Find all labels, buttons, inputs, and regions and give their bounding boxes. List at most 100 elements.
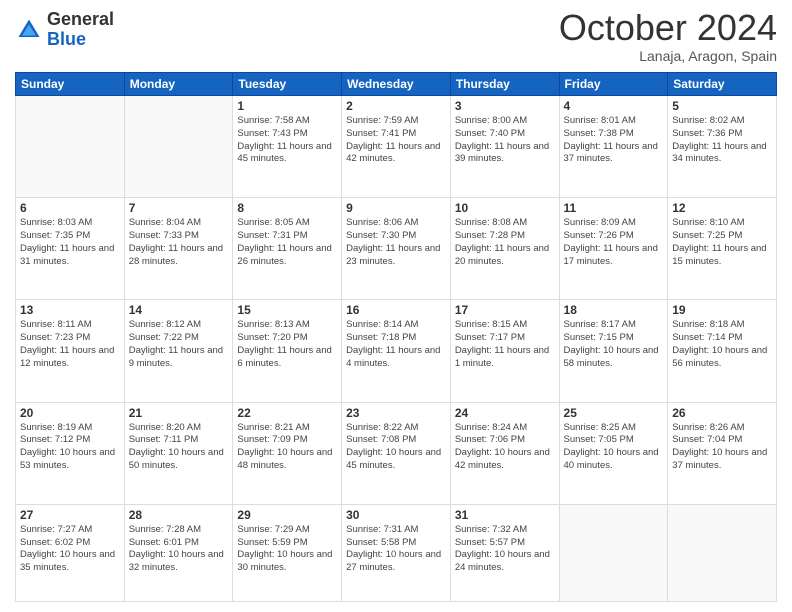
day-cell [124,96,233,198]
day-number: 6 [20,201,120,215]
day-info: Sunrise: 8:25 AM Sunset: 7:05 PM Dayligh… [564,422,664,473]
day-number: 13 [20,303,120,317]
day-info: Sunrise: 8:09 AM Sunset: 7:26 PM Dayligh… [564,217,664,268]
day-info: Sunrise: 8:15 AM Sunset: 7:17 PM Dayligh… [455,319,555,370]
day-cell: 29 Sunrise: 7:29 AM Sunset: 5:59 PM Dayli… [233,504,342,601]
day-number: 16 [346,303,446,317]
day-cell [668,504,777,601]
day-number: 2 [346,99,446,113]
day-cell [16,96,125,198]
day-cell: 3Sunrise: 8:00 AM Sunset: 7:40 PM Daylig… [450,96,559,198]
day-number: 24 [455,406,555,420]
day-cell: 24 Sunrise: 8:24 AM Sunset: 7:06 PM Dayli… [450,402,559,504]
day-info: Sunrise: 8:12 AM Sunset: 7:22 PM Dayligh… [129,319,229,370]
logo-text: General Blue [47,10,114,50]
day-cell: 19Sunrise: 8:18 AM Sunset: 7:14 PM Dayli… [668,300,777,402]
day-cell: 20 Sunrise: 8:19 AM Sunset: 7:12 PM Dayli… [16,402,125,504]
day-header-friday: Friday [559,73,668,96]
title-block: October 2024 Lanaja, Aragon, Spain [559,10,777,64]
day-number: 14 [129,303,229,317]
day-cell: 12Sunrise: 8:10 AM Sunset: 7:25 PM Dayli… [668,198,777,300]
location: Lanaja, Aragon, Spain [559,48,777,64]
day-number: 26 [672,406,772,420]
day-cell: 4Sunrise: 8:01 AM Sunset: 7:38 PM Daylig… [559,96,668,198]
page: General Blue October 2024 Lanaja, Aragon… [0,0,792,612]
logo-icon [15,16,43,44]
day-cell: 27 Sunrise: 7:27 AM Sunset: 6:02 PM Dayli… [16,504,125,601]
day-cell: 11Sunrise: 8:09 AM Sunset: 7:26 PM Dayli… [559,198,668,300]
day-number: 1 [237,99,337,113]
day-header-saturday: Saturday [668,73,777,96]
day-number: 31 [455,508,555,522]
week-row-1: 1 Sunrise: 7:58 AM Sunset: 7:43 PM Daylig… [16,96,777,198]
day-cell: 8 Sunrise: 8:05 AM Sunset: 7:31 PM Daylig… [233,198,342,300]
header-row: SundayMondayTuesdayWednesdayThursdayFrid… [16,73,777,96]
day-info: Sunrise: 8:21 AM Sunset: 7:09 PM Dayligh… [237,422,337,473]
day-number: 17 [455,303,555,317]
day-number: 25 [564,406,664,420]
day-header-monday: Monday [124,73,233,96]
day-cell: 18 Sunrise: 8:17 AM Sunset: 7:15 PM Dayli… [559,300,668,402]
day-number: 8 [237,201,337,215]
day-cell: 21Sunrise: 8:20 AM Sunset: 7:11 PM Dayli… [124,402,233,504]
logo-general-text: General [47,9,114,29]
week-row-4: 20 Sunrise: 8:19 AM Sunset: 7:12 PM Dayli… [16,402,777,504]
day-info: Sunrise: 8:06 AM Sunset: 7:30 PM Dayligh… [346,217,446,268]
day-info: Sunrise: 8:22 AM Sunset: 7:08 PM Dayligh… [346,422,446,473]
day-cell: 14 Sunrise: 8:12 AM Sunset: 7:22 PM Dayli… [124,300,233,402]
day-cell: 28 Sunrise: 7:28 AM Sunset: 6:01 PM Dayli… [124,504,233,601]
month-title: October 2024 [559,10,777,46]
day-number: 21 [129,406,229,420]
day-info: Sunrise: 7:27 AM Sunset: 6:02 PM Dayligh… [20,524,120,575]
day-info: Sunrise: 8:08 AM Sunset: 7:28 PM Dayligh… [455,217,555,268]
day-cell: 22 Sunrise: 8:21 AM Sunset: 7:09 PM Dayli… [233,402,342,504]
logo-blue-text: Blue [47,29,86,49]
calendar-header: SundayMondayTuesdayWednesdayThursdayFrid… [16,73,777,96]
day-number: 18 [564,303,664,317]
day-info: Sunrise: 7:58 AM Sunset: 7:43 PM Dayligh… [237,115,337,166]
day-number: 28 [129,508,229,522]
week-row-3: 13 Sunrise: 8:11 AM Sunset: 7:23 PM Dayli… [16,300,777,402]
day-cell: 26 Sunrise: 8:26 AM Sunset: 7:04 PM Dayli… [668,402,777,504]
day-cell: 31Sunrise: 7:32 AM Sunset: 5:57 PM Dayli… [450,504,559,601]
day-info: Sunrise: 8:03 AM Sunset: 7:35 PM Dayligh… [20,217,120,268]
day-cell: 7Sunrise: 8:04 AM Sunset: 7:33 PM Daylig… [124,198,233,300]
day-info: Sunrise: 8:19 AM Sunset: 7:12 PM Dayligh… [20,422,120,473]
day-cell: 30 Sunrise: 7:31 AM Sunset: 5:58 PM Dayli… [342,504,451,601]
week-row-2: 6 Sunrise: 8:03 AM Sunset: 7:35 PM Daylig… [16,198,777,300]
day-info: Sunrise: 8:02 AM Sunset: 7:36 PM Dayligh… [672,115,772,166]
day-info: Sunrise: 8:26 AM Sunset: 7:04 PM Dayligh… [672,422,772,473]
day-number: 19 [672,303,772,317]
day-header-tuesday: Tuesday [233,73,342,96]
day-number: 29 [237,508,337,522]
day-info: Sunrise: 8:10 AM Sunset: 7:25 PM Dayligh… [672,217,772,268]
day-number: 15 [237,303,337,317]
day-number: 23 [346,406,446,420]
day-info: Sunrise: 8:04 AM Sunset: 7:33 PM Dayligh… [129,217,229,268]
day-cell: 1 Sunrise: 7:58 AM Sunset: 7:43 PM Daylig… [233,96,342,198]
day-info: Sunrise: 7:29 AM Sunset: 5:59 PM Dayligh… [237,524,337,575]
day-cell: 6 Sunrise: 8:03 AM Sunset: 7:35 PM Daylig… [16,198,125,300]
day-info: Sunrise: 8:11 AM Sunset: 7:23 PM Dayligh… [20,319,120,370]
day-info: Sunrise: 8:00 AM Sunset: 7:40 PM Dayligh… [455,115,555,166]
day-cell: 23 Sunrise: 8:22 AM Sunset: 7:08 PM Dayli… [342,402,451,504]
day-info: Sunrise: 8:05 AM Sunset: 7:31 PM Dayligh… [237,217,337,268]
day-info: Sunrise: 8:24 AM Sunset: 7:06 PM Dayligh… [455,422,555,473]
day-number: 20 [20,406,120,420]
day-number: 27 [20,508,120,522]
day-info: Sunrise: 7:31 AM Sunset: 5:58 PM Dayligh… [346,524,446,575]
week-row-5: 27 Sunrise: 7:27 AM Sunset: 6:02 PM Dayli… [16,504,777,601]
day-number: 30 [346,508,446,522]
day-header-sunday: Sunday [16,73,125,96]
day-info: Sunrise: 7:28 AM Sunset: 6:01 PM Dayligh… [129,524,229,575]
day-number: 4 [564,99,664,113]
calendar: SundayMondayTuesdayWednesdayThursdayFrid… [15,72,777,602]
day-cell: 15Sunrise: 8:13 AM Sunset: 7:20 PM Dayli… [233,300,342,402]
day-cell: 9Sunrise: 8:06 AM Sunset: 7:30 PM Daylig… [342,198,451,300]
day-cell: 2Sunrise: 7:59 AM Sunset: 7:41 PM Daylig… [342,96,451,198]
day-number: 22 [237,406,337,420]
day-info: Sunrise: 8:17 AM Sunset: 7:15 PM Dayligh… [564,319,664,370]
day-number: 10 [455,201,555,215]
day-header-wednesday: Wednesday [342,73,451,96]
logo: General Blue [15,10,114,50]
